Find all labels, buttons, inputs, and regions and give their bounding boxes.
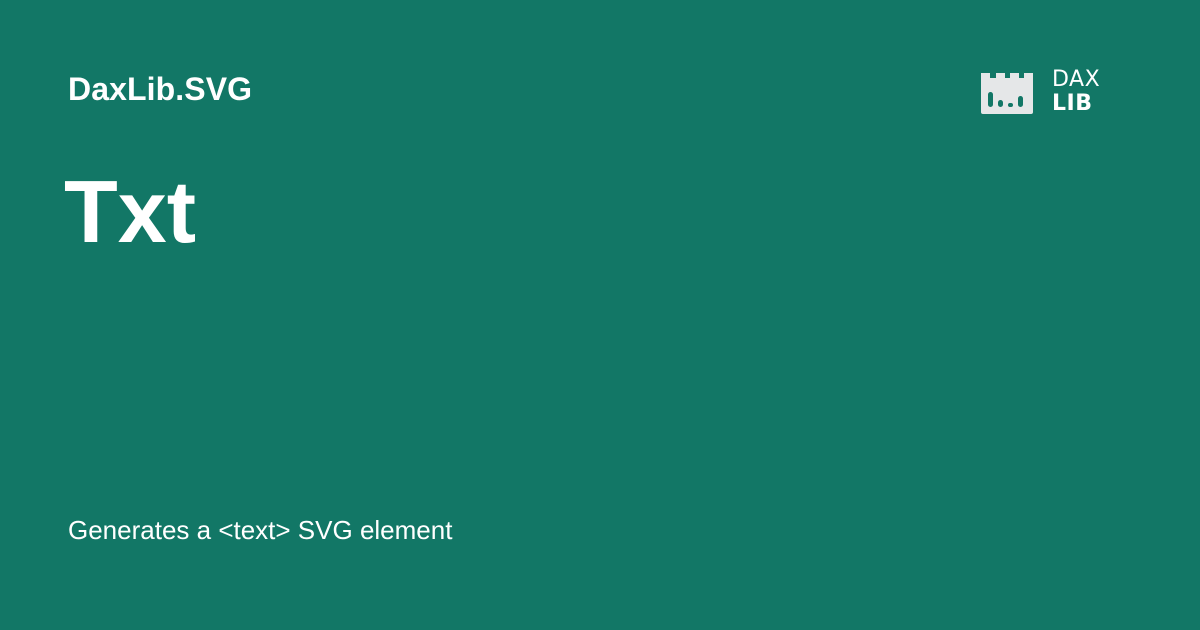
- logo-bar-4: [1018, 96, 1023, 107]
- logo-bar-2: [998, 100, 1003, 107]
- daxlib-logo: DAX LIB: [978, 66, 1110, 118]
- function-description: Generates a <text> SVG element: [68, 515, 453, 545]
- logo-word-bottom: LIB: [1052, 91, 1093, 116]
- logo-word-top: DAX: [1052, 67, 1101, 92]
- function-title: Txt: [64, 162, 196, 261]
- logo-bar-3: [1008, 103, 1013, 107]
- daxlib-wordmark: DAX LIB: [1052, 66, 1110, 118]
- logo-bar-1: [988, 92, 993, 107]
- social-card: DaxLib.SVG Txt Generates a <text> SVG el…: [0, 0, 1200, 630]
- daxlib-bar-chart-icon: [981, 73, 1033, 114]
- package-name: DaxLib.SVG: [68, 71, 253, 107]
